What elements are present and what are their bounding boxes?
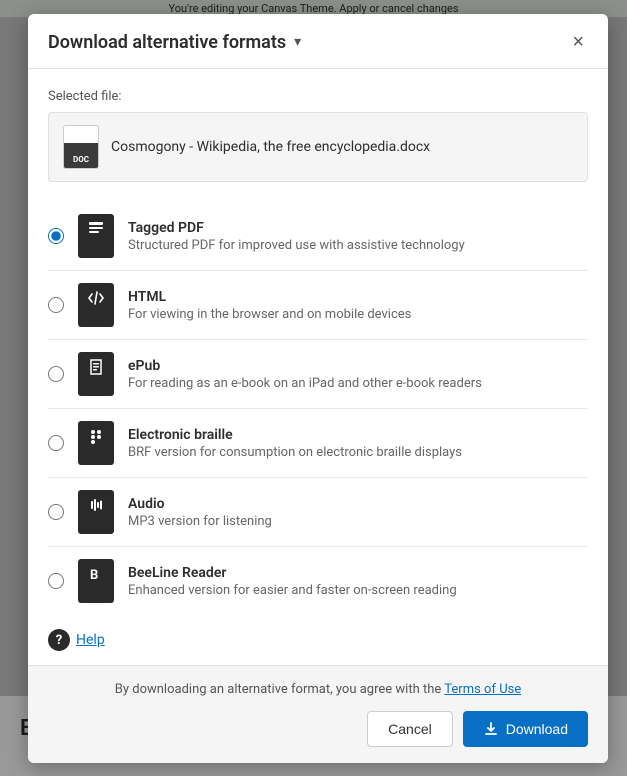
modal-title: Download alternative formats xyxy=(48,32,286,53)
radio-wrap-beeline xyxy=(48,573,64,589)
modal-overlay: Download alternative formats ▾ × Selecte… xyxy=(0,0,627,776)
help-text[interactable]: Help xyxy=(76,632,105,648)
download-icon xyxy=(483,721,499,737)
format-desc-epub: For reading as an e-book on an iPad and … xyxy=(128,376,588,391)
radio-braille[interactable] xyxy=(48,435,64,451)
format-name-braille: Electronic braille xyxy=(128,427,588,443)
format-name-tagged-pdf: Tagged PDF xyxy=(128,220,588,236)
modal-footer: By downloading an alternative format, yo… xyxy=(28,665,608,763)
download-modal: Download alternative formats ▾ × Selecte… xyxy=(28,14,608,763)
format-item-epub[interactable]: ePub For reading as an e-book on an iPad… xyxy=(48,340,588,409)
help-link[interactable]: ? Help xyxy=(48,629,588,651)
format-item-braille[interactable]: Electronic braille BRF version for consu… xyxy=(48,409,588,478)
format-name-beeline: BeeLine Reader xyxy=(128,565,588,581)
cancel-button[interactable]: Cancel xyxy=(367,711,453,747)
format-text-braille: Electronic braille BRF version for consu… xyxy=(128,427,588,460)
format-icon-beeline: B xyxy=(78,559,114,603)
radio-wrap-audio xyxy=(48,504,64,520)
radio-wrap-tagged-pdf xyxy=(48,228,64,244)
format-icon-epub xyxy=(78,352,114,396)
modal-body: Selected file: DOC Cosmogony - Wikipedia… xyxy=(28,69,608,665)
selected-file-box: DOC Cosmogony - Wikipedia, the free ency… xyxy=(48,112,588,182)
format-list: Tagged PDF Structured PDF for improved u… xyxy=(48,202,588,615)
radio-html[interactable] xyxy=(48,297,64,313)
format-item-html[interactable]: HTML For viewing in the browser and on m… xyxy=(48,271,588,340)
radio-wrap-braille xyxy=(48,435,64,451)
format-desc-html: For viewing in the browser and on mobile… xyxy=(128,307,588,322)
modal-title-wrap: Download alternative formats ▾ xyxy=(48,32,301,53)
download-label: Download xyxy=(506,721,568,737)
radio-beeline[interactable] xyxy=(48,573,64,589)
format-text-epub: ePub For reading as an e-book on an iPad… xyxy=(128,358,588,391)
footer-buttons: Cancel Download xyxy=(48,711,588,747)
format-icon-braille xyxy=(78,421,114,465)
format-text-tagged-pdf: Tagged PDF Structured PDF for improved u… xyxy=(128,220,588,253)
format-name-html: HTML xyxy=(128,289,588,305)
format-icon-html xyxy=(78,283,114,327)
format-name-epub: ePub xyxy=(128,358,588,374)
format-text-beeline: BeeLine Reader Enhanced version for easi… xyxy=(128,565,588,598)
close-button[interactable]: × xyxy=(568,30,588,54)
format-name-audio: Audio xyxy=(128,496,588,512)
terms-text: By downloading an alternative format, yo… xyxy=(48,682,588,697)
modal-header: Download alternative formats ▾ × xyxy=(28,14,608,69)
radio-wrap-epub xyxy=(48,366,64,382)
download-button[interactable]: Download xyxy=(463,711,588,747)
terms-link[interactable]: Terms of Use xyxy=(444,682,521,697)
selected-file-name: Cosmogony - Wikipedia, the free encyclop… xyxy=(111,139,430,155)
dropdown-arrow-icon[interactable]: ▾ xyxy=(294,34,301,50)
radio-wrap-html xyxy=(48,297,64,313)
format-item-tagged-pdf[interactable]: Tagged PDF Structured PDF for improved u… xyxy=(48,202,588,271)
format-icon-tagged-pdf xyxy=(78,214,114,258)
radio-tagged-pdf[interactable] xyxy=(48,228,64,244)
format-item-beeline[interactable]: B BeeLine Reader Enhanced version for ea… xyxy=(48,547,588,615)
selected-file-label: Selected file: xyxy=(48,89,588,104)
doc-file-icon: DOC xyxy=(63,125,99,169)
format-text-html: HTML For viewing in the browser and on m… xyxy=(128,289,588,322)
terms-before: By downloading an alternative format, yo… xyxy=(115,682,442,697)
format-text-audio: Audio MP3 version for listening xyxy=(128,496,588,529)
format-desc-braille: BRF version for consumption on electroni… xyxy=(128,445,588,460)
radio-audio[interactable] xyxy=(48,504,64,520)
radio-epub[interactable] xyxy=(48,366,64,382)
format-icon-audio xyxy=(78,490,114,534)
format-desc-beeline: Enhanced version for easier and faster o… xyxy=(128,583,588,598)
help-icon: ? xyxy=(48,629,70,651)
format-desc-tagged-pdf: Structured PDF for improved use with ass… xyxy=(128,238,588,253)
format-desc-audio: MP3 version for listening xyxy=(128,514,588,529)
format-item-audio[interactable]: Audio MP3 version for listening xyxy=(48,478,588,547)
svg-text:B: B xyxy=(90,568,98,583)
